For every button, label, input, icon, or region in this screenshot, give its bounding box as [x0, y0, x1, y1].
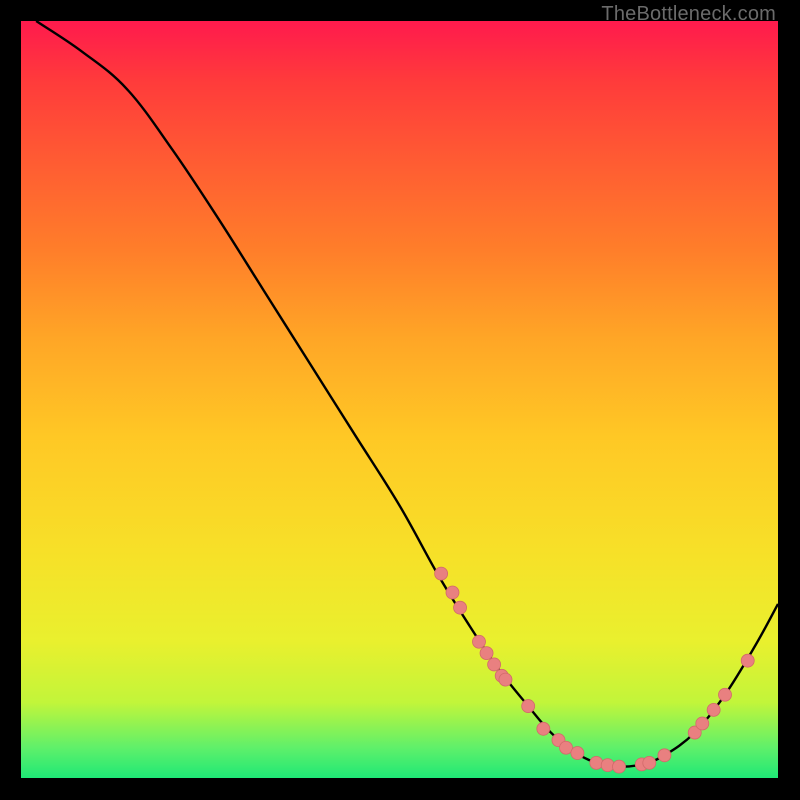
marker-dot	[480, 647, 493, 660]
bottleneck-chart-svg	[21, 21, 778, 778]
marker-dot	[499, 673, 512, 686]
bottleneck-curve	[36, 21, 778, 767]
marker-dot	[454, 601, 467, 614]
marker-dot	[658, 749, 671, 762]
marker-dot	[472, 635, 485, 648]
marker-dot	[488, 658, 501, 671]
marker-dot	[601, 759, 614, 772]
marker-dot	[741, 654, 754, 667]
marker-dot	[707, 703, 720, 716]
marker-dot	[537, 722, 550, 735]
marker-dot	[446, 586, 459, 599]
marker-dot	[696, 717, 709, 730]
highlight-markers	[435, 567, 755, 773]
marker-dot	[719, 688, 732, 701]
marker-dot	[643, 756, 656, 769]
marker-dot	[435, 567, 448, 580]
marker-dot	[522, 700, 535, 713]
marker-dot	[590, 756, 603, 769]
marker-dot	[613, 760, 626, 773]
marker-dot	[571, 747, 584, 760]
